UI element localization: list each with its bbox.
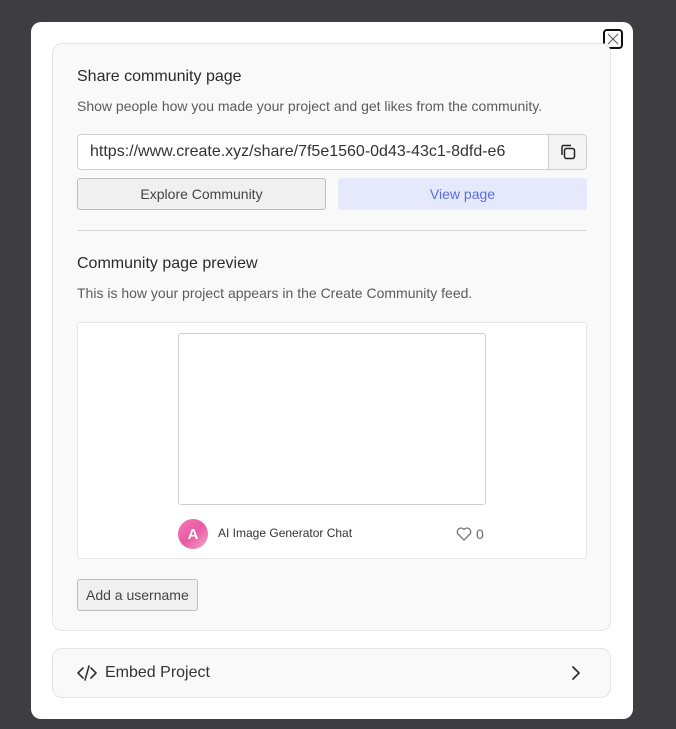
share-subtitle: Show people how you made your project an… — [77, 98, 543, 114]
explore-community-button[interactable]: Explore Community — [77, 178, 326, 210]
community-preview-card: A AI Image Generator Chat 0 — [77, 322, 587, 559]
share-url-input[interactable] — [78, 135, 550, 169]
preview-thumbnail[interactable] — [178, 333, 486, 505]
copy-icon — [560, 144, 575, 160]
embed-project-row[interactable]: Embed Project — [52, 648, 611, 698]
heart-icon — [456, 527, 472, 541]
like-count: 0 — [476, 526, 484, 542]
close-icon — [607, 33, 619, 45]
share-card: Share community page Show people how you… — [52, 43, 611, 631]
share-title: Share community page — [77, 68, 242, 85]
divider — [77, 230, 587, 231]
share-modal: Share community page Show people how you… — [31, 22, 633, 719]
chevron-right-icon — [572, 666, 580, 680]
preview-title: Community page preview — [77, 255, 258, 272]
code-icon — [77, 665, 97, 681]
preview-subtitle: This is how your project appears in the … — [77, 285, 473, 301]
avatar: A — [178, 519, 208, 549]
add-username-button[interactable]: Add a username — [77, 579, 198, 611]
copy-url-button[interactable] — [548, 135, 586, 169]
embed-project-label: Embed Project — [105, 664, 210, 681]
project-name: AI Image Generator Chat — [218, 526, 353, 540]
view-page-button[interactable]: View page — [338, 178, 587, 210]
like-counter[interactable]: 0 — [456, 526, 484, 542]
share-url-row — [77, 134, 587, 170]
